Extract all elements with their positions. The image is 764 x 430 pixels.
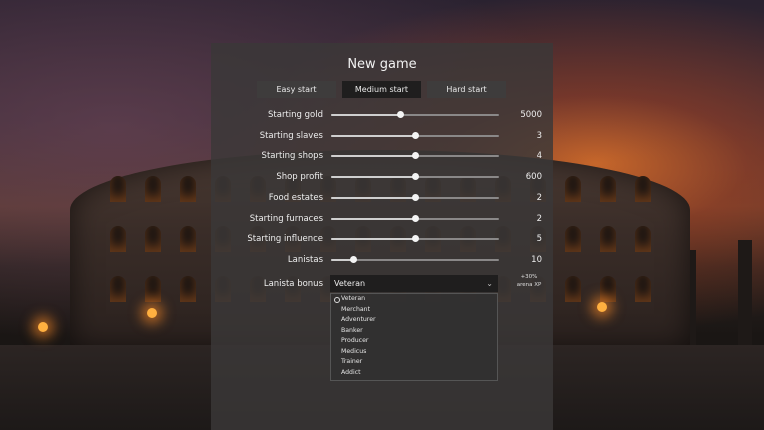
radio-icon (334, 296, 340, 303)
setting-label: Shop profit (276, 172, 323, 183)
setting-slider[interactable] (331, 235, 499, 243)
setting-value: 5000 (520, 110, 542, 120)
setting-row: Food estates 2 (211, 191, 553, 205)
setting-row: Starting slaves 3 (211, 129, 553, 143)
setting-slider[interactable] (331, 173, 499, 181)
setting-slider[interactable] (331, 152, 499, 160)
slider-fill (331, 238, 415, 241)
slider-handle[interactable] (349, 255, 357, 263)
setting-value: 10 (531, 254, 542, 265)
option-label: Veteran (341, 295, 366, 302)
bonus-description-line2: arena XP (516, 282, 542, 288)
setting-row: Shop profit 600 (211, 170, 553, 184)
setting-value: 3 (536, 130, 542, 141)
slider-fill (331, 114, 400, 116)
setting-value: 5 (536, 234, 542, 245)
option-banker[interactable]: Banker (331, 326, 497, 337)
tab-easy-start[interactable]: Easy start (257, 81, 336, 98)
slider-handle[interactable] (412, 173, 419, 181)
setting-slider[interactable] (331, 111, 499, 118)
chevron-down-icon: ⌄ (486, 279, 493, 288)
setting-row: Starting shops 4 (211, 149, 553, 163)
setting-value: 2 (536, 192, 542, 203)
option-label: Medicus (341, 347, 367, 355)
slider-fill (331, 134, 415, 137)
setting-value: 2 (536, 213, 542, 224)
slider-fill (331, 155, 415, 158)
lanista-bonus-description: +30% arena XP (505, 273, 553, 289)
setting-slider[interactable] (331, 214, 499, 222)
setting-label: Starting furnaces (249, 213, 323, 224)
slider-handle[interactable] (412, 214, 419, 222)
tab-hard-start[interactable]: Hard start (427, 81, 506, 98)
slider-handle[interactable] (412, 152, 419, 160)
setting-slider[interactable] (331, 193, 499, 201)
setting-value: 4 (536, 151, 542, 162)
slider-handle[interactable] (412, 193, 419, 201)
setting-row: Starting gold 5000 (211, 108, 553, 122)
option-label: Producer (341, 337, 369, 344)
torch-icon (147, 308, 157, 318)
setting-row: Lanistas 10 (211, 253, 553, 267)
option-trainer[interactable]: Trainer (331, 357, 497, 368)
difficulty-tabs: Easy start Medium start Hard start (257, 81, 506, 98)
bonus-description-line1: +30% (520, 274, 538, 280)
setting-label: Starting shops (261, 151, 323, 162)
option-label: Addict (341, 368, 361, 376)
tower-silhouette (738, 240, 752, 350)
slider-handle[interactable] (412, 235, 419, 243)
option-label: Adventurer (341, 316, 376, 323)
setting-label: Starting influence (247, 234, 323, 245)
setting-slider[interactable] (331, 255, 499, 263)
lanista-bonus-label: Lanista bonus (263, 279, 323, 289)
setting-row: Starting furnaces 2 (211, 212, 553, 226)
slider-fill (331, 196, 415, 199)
option-producer[interactable]: Producer (331, 336, 497, 347)
option-merchant[interactable]: Merchant (331, 305, 497, 316)
slider-handle[interactable] (396, 111, 404, 118)
option-label: Banker (341, 326, 363, 334)
option-veteran[interactable]: Veteran (331, 294, 497, 305)
new-game-dialog: New game Easy start Medium start Hard st… (211, 43, 553, 430)
slider-fill (331, 217, 415, 220)
option-label: Trainer (341, 358, 363, 365)
option-medicus[interactable]: Medicus (331, 347, 497, 358)
tab-medium-start[interactable]: Medium start (342, 81, 421, 98)
slider-handle[interactable] (412, 131, 419, 139)
option-addict[interactable]: Addict (331, 368, 497, 379)
setting-label: Starting slaves (259, 130, 323, 141)
option-adventurer[interactable]: Adventurer (331, 315, 497, 326)
setting-label: Food estates (268, 192, 323, 203)
torch-icon (597, 302, 607, 312)
setting-label: Starting gold (268, 110, 323, 120)
torch-icon (38, 322, 48, 332)
dialog-title: New game (347, 57, 417, 72)
setting-value: 600 (525, 172, 542, 183)
setting-row: Starting influence 5 (211, 232, 553, 246)
lanista-bonus-dropdown: Veteran Merchant Adventurer Banker Produ… (330, 293, 498, 381)
lanista-bonus-select[interactable]: Veteran ⌄ (330, 275, 498, 292)
lanista-bonus-selected: Veteran (334, 279, 366, 288)
setting-slider[interactable] (331, 131, 499, 139)
slider-fill (331, 176, 415, 179)
setting-label: Lanistas (287, 254, 323, 265)
option-label: Merchant (341, 305, 371, 313)
